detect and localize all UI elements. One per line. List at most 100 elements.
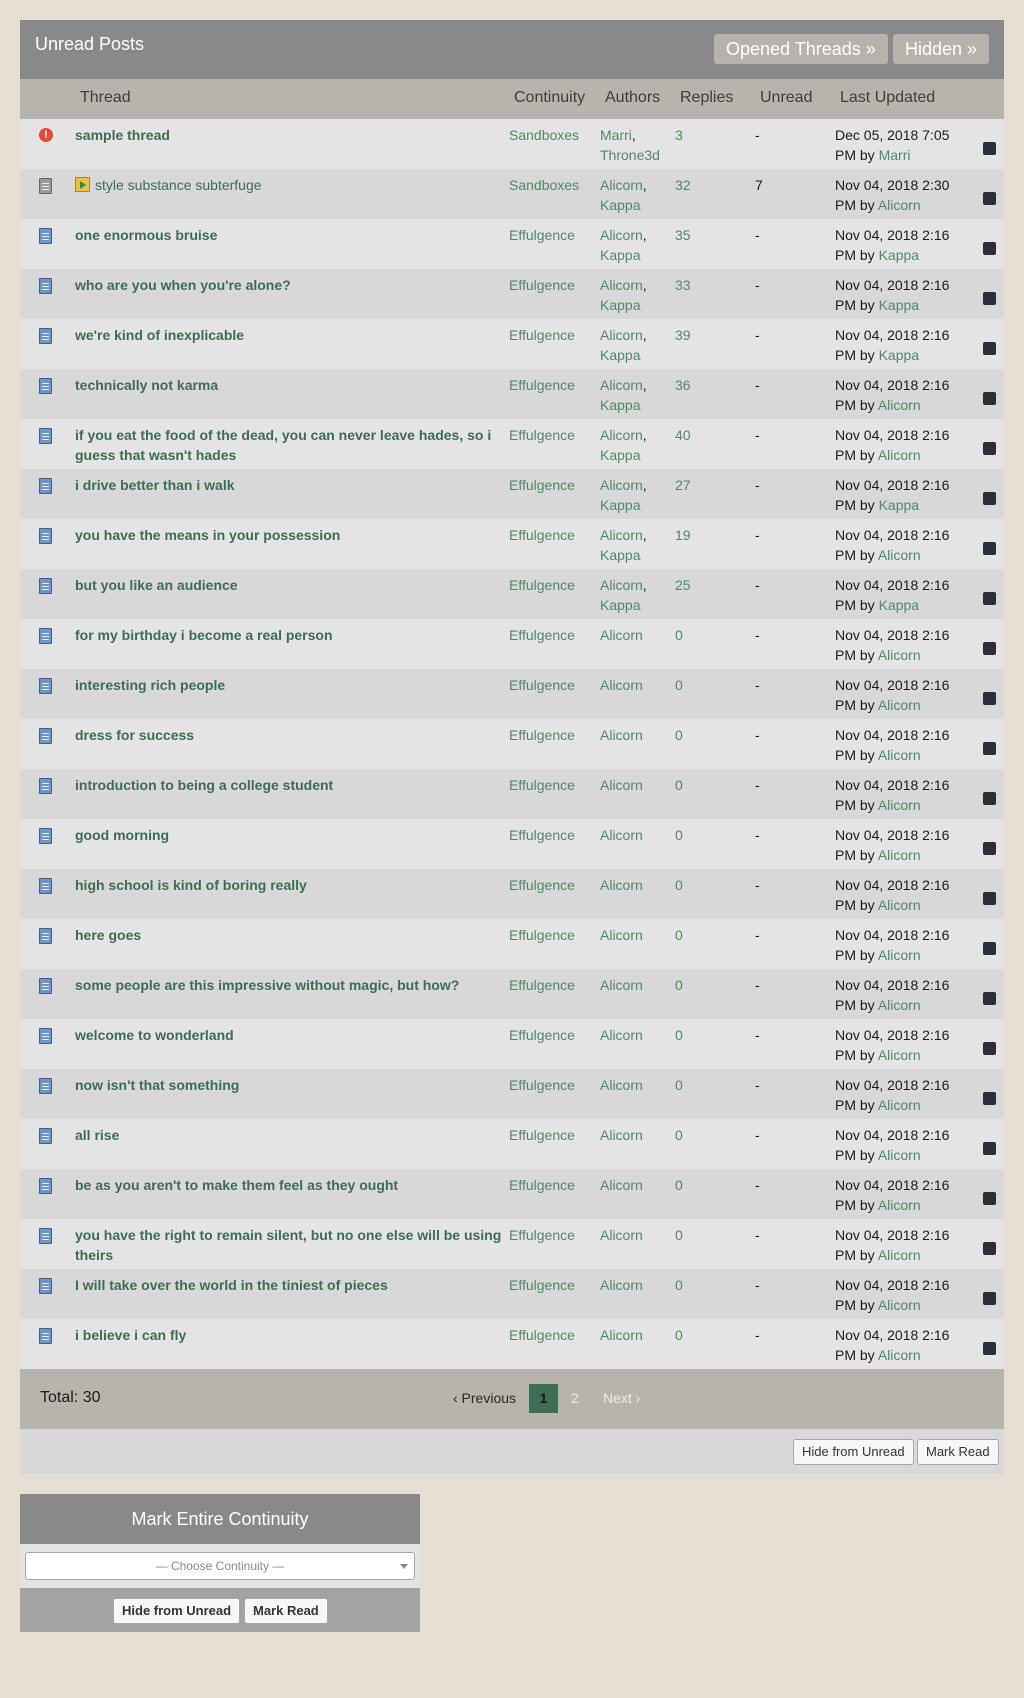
previous-page-link[interactable]: ‹ Previous — [453, 1384, 516, 1413]
replies-link[interactable]: 32 — [675, 175, 691, 195]
continuity-link[interactable]: Effulgence — [509, 875, 575, 895]
replies-link[interactable]: 0 — [675, 1025, 683, 1045]
row-select-checkbox[interactable] — [983, 692, 996, 705]
thread-title-link[interactable]: good morning — [75, 825, 515, 845]
row-select-checkbox[interactable] — [983, 142, 996, 155]
thread-title-link[interactable]: be as you aren't to make them feel as th… — [75, 1175, 515, 1195]
thread-title-link[interactable]: but you like an audience — [75, 575, 515, 595]
author-link[interactable]: Alicorn — [600, 577, 643, 593]
last-updated-user-link[interactable]: Alicorn — [878, 1197, 921, 1213]
author-link[interactable]: Alicorn — [600, 427, 643, 443]
row-select-checkbox[interactable] — [983, 992, 996, 1005]
thread-title-link[interactable]: i believe i can fly — [75, 1325, 515, 1345]
row-select-checkbox[interactable] — [983, 392, 996, 405]
continuity-mark-read-button[interactable]: Mark Read — [244, 1598, 328, 1624]
thread-title-link[interactable]: interesting rich people — [75, 675, 515, 695]
author-link[interactable]: Alicorn — [600, 1227, 643, 1243]
last-updated-user-link[interactable]: Alicorn — [878, 697, 921, 713]
continuity-link[interactable]: Effulgence — [509, 425, 575, 445]
continuity-link[interactable]: Effulgence — [509, 325, 575, 345]
last-updated-user-link[interactable]: Alicorn — [878, 1097, 921, 1113]
author-link[interactable]: Alicorn — [600, 1077, 643, 1093]
replies-link[interactable]: 25 — [675, 575, 691, 595]
author-link[interactable]: Throne3d — [600, 147, 660, 163]
replies-link[interactable]: 0 — [675, 675, 683, 695]
author-link[interactable]: Alicorn — [600, 877, 643, 893]
thread-title-link[interactable]: introduction to being a college student — [75, 775, 515, 795]
author-link[interactable]: Alicorn — [600, 1177, 643, 1193]
row-select-checkbox[interactable] — [983, 442, 996, 455]
replies-link[interactable]: 27 — [675, 475, 691, 495]
author-link[interactable]: Alicorn — [600, 1027, 643, 1043]
continuity-link[interactable]: Effulgence — [509, 925, 575, 945]
replies-link[interactable]: 0 — [675, 1225, 683, 1245]
author-link[interactable]: Alicorn — [600, 827, 643, 843]
replies-link[interactable]: 39 — [675, 325, 691, 345]
last-updated-user-link[interactable]: Kappa — [879, 297, 919, 313]
author-link[interactable]: Alicorn — [600, 227, 643, 243]
author-link[interactable]: Alicorn — [600, 477, 643, 493]
replies-link[interactable]: 0 — [675, 775, 683, 795]
continuity-link[interactable]: Effulgence — [509, 1325, 575, 1345]
continuity-link[interactable]: Effulgence — [509, 1025, 575, 1045]
continuity-link[interactable]: Effulgence — [509, 275, 575, 295]
row-select-checkbox[interactable] — [983, 792, 996, 805]
thread-title-link[interactable]: we're kind of inexplicable — [75, 325, 515, 345]
author-link[interactable]: Alicorn — [600, 377, 643, 393]
continuity-link[interactable]: Effulgence — [509, 1175, 575, 1195]
thread-title-link[interactable]: high school is kind of boring really — [75, 875, 515, 895]
last-updated-user-link[interactable]: Alicorn — [878, 897, 921, 913]
continuity-link[interactable]: Sandboxes — [509, 175, 579, 195]
continuity-link[interactable]: Effulgence — [509, 1225, 575, 1245]
author-link[interactable]: Alicorn — [600, 727, 643, 743]
row-select-checkbox[interactable] — [983, 1242, 996, 1255]
continuity-link[interactable]: Effulgence — [509, 825, 575, 845]
last-updated-user-link[interactable]: Kappa — [879, 597, 919, 613]
replies-link[interactable]: 0 — [675, 875, 683, 895]
thread-title-link[interactable]: now isn't that something — [75, 1075, 515, 1095]
row-select-checkbox[interactable] — [983, 892, 996, 905]
row-select-checkbox[interactable] — [983, 1142, 996, 1155]
row-select-checkbox[interactable] — [983, 492, 996, 505]
last-updated-user-link[interactable]: Alicorn — [878, 1147, 921, 1163]
author-link[interactable]: Marri — [600, 127, 632, 143]
row-select-checkbox[interactable] — [983, 542, 996, 555]
author-link[interactable]: Alicorn — [600, 327, 643, 343]
author-link[interactable]: Alicorn — [600, 177, 643, 193]
author-link[interactable]: Alicorn — [600, 1277, 643, 1293]
replies-link[interactable]: 0 — [675, 1175, 683, 1195]
last-updated-user-link[interactable]: Alicorn — [878, 197, 921, 213]
author-link[interactable]: Kappa — [600, 447, 640, 463]
continuity-link[interactable]: Effulgence — [509, 625, 575, 645]
last-updated-user-link[interactable]: Alicorn — [878, 447, 921, 463]
replies-link[interactable]: 0 — [675, 925, 683, 945]
page-1-link[interactable]: 1 — [529, 1384, 558, 1413]
thread-title-link[interactable]: you have the right to remain silent, but… — [75, 1225, 515, 1265]
replies-link[interactable]: 0 — [675, 1125, 683, 1145]
continuity-link[interactable]: Effulgence — [509, 575, 575, 595]
author-link[interactable]: Alicorn — [600, 677, 643, 693]
last-updated-user-link[interactable]: Alicorn — [878, 647, 921, 663]
author-link[interactable]: Alicorn — [600, 927, 643, 943]
last-updated-user-link[interactable]: Kappa — [879, 497, 919, 513]
continuity-link[interactable]: Effulgence — [509, 1125, 575, 1145]
hidden-button[interactable]: Hidden » — [893, 34, 990, 64]
row-select-checkbox[interactable] — [983, 192, 996, 205]
replies-link[interactable]: 0 — [675, 625, 683, 645]
continuity-link[interactable]: Effulgence — [509, 1075, 575, 1095]
thread-title-link[interactable]: if you eat the food of the dead, you can… — [75, 425, 515, 465]
last-updated-user-link[interactable]: Alicorn — [878, 747, 921, 763]
last-updated-user-link[interactable]: Alicorn — [878, 797, 921, 813]
row-select-checkbox[interactable] — [983, 642, 996, 655]
row-select-checkbox[interactable] — [983, 1342, 996, 1355]
replies-link[interactable]: 0 — [675, 1075, 683, 1095]
thread-title-link[interactable]: one enormous bruise — [75, 225, 515, 245]
continuity-link[interactable]: Effulgence — [509, 525, 575, 545]
last-updated-user-link[interactable]: Marri — [879, 147, 911, 163]
continuity-link[interactable]: Effulgence — [509, 675, 575, 695]
row-select-checkbox[interactable] — [983, 592, 996, 605]
thread-title-link[interactable]: you have the means in your possession — [75, 525, 515, 545]
thread-title-link[interactable]: some people are this impressive without … — [75, 975, 515, 995]
continuity-select[interactable]: — Choose Continuity — — [25, 1552, 415, 1580]
replies-link[interactable]: 0 — [675, 1275, 683, 1295]
